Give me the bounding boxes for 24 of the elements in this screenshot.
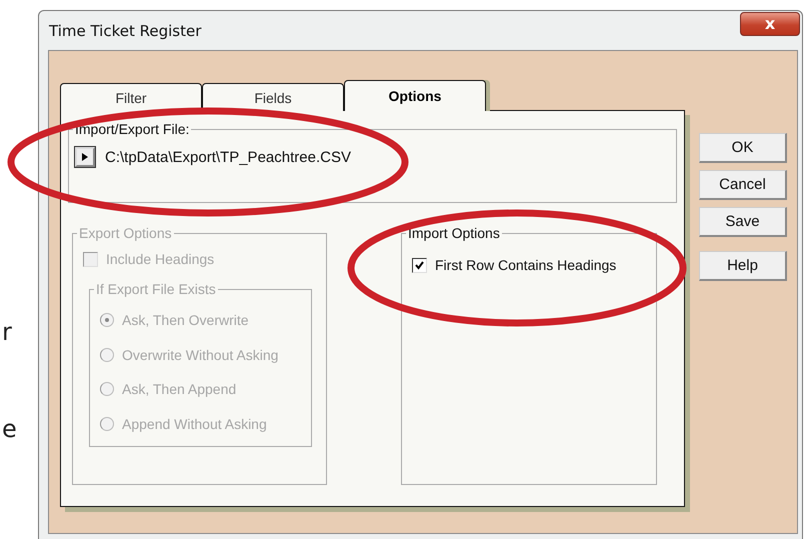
- checkbox-label: Include Headings: [106, 251, 214, 267]
- file-path: C:\tpData\Export\TP_Peachtree.CSV: [105, 148, 351, 166]
- group-title: Export Options: [79, 225, 172, 241]
- group-title: Import Options: [408, 225, 500, 241]
- group-title: If Export File Exists: [96, 281, 216, 297]
- tab[interactable]: Fields: [202, 83, 344, 111]
- background-text: r: [2, 318, 12, 346]
- background-text: e: [2, 415, 17, 443]
- dialog-button[interactable]: Save: [699, 207, 787, 237]
- close-button[interactable]: x: [740, 12, 800, 36]
- play-icon: [82, 153, 88, 161]
- radio-label: Ask, Then Overwrite: [122, 312, 249, 328]
- window-title: Time Ticket Register: [49, 22, 202, 40]
- dialog-button[interactable]: OK: [699, 133, 787, 163]
- browse-button[interactable]: [75, 147, 95, 167]
- checkbox[interactable]: [412, 258, 427, 272]
- radio-label: Ask, Then Append: [122, 381, 236, 398]
- checkbox-label: First Row Contains Headings: [435, 257, 616, 273]
- dialog-button[interactable]: Cancel: [699, 170, 787, 200]
- radio-label: Append Without Asking: [122, 416, 267, 432]
- tab[interactable]: Filter: [60, 83, 202, 111]
- dialog-button[interactable]: Help: [699, 251, 787, 281]
- radio-label: Overwrite Without Asking: [122, 346, 278, 363]
- group-title: Import/Export File:: [75, 121, 190, 137]
